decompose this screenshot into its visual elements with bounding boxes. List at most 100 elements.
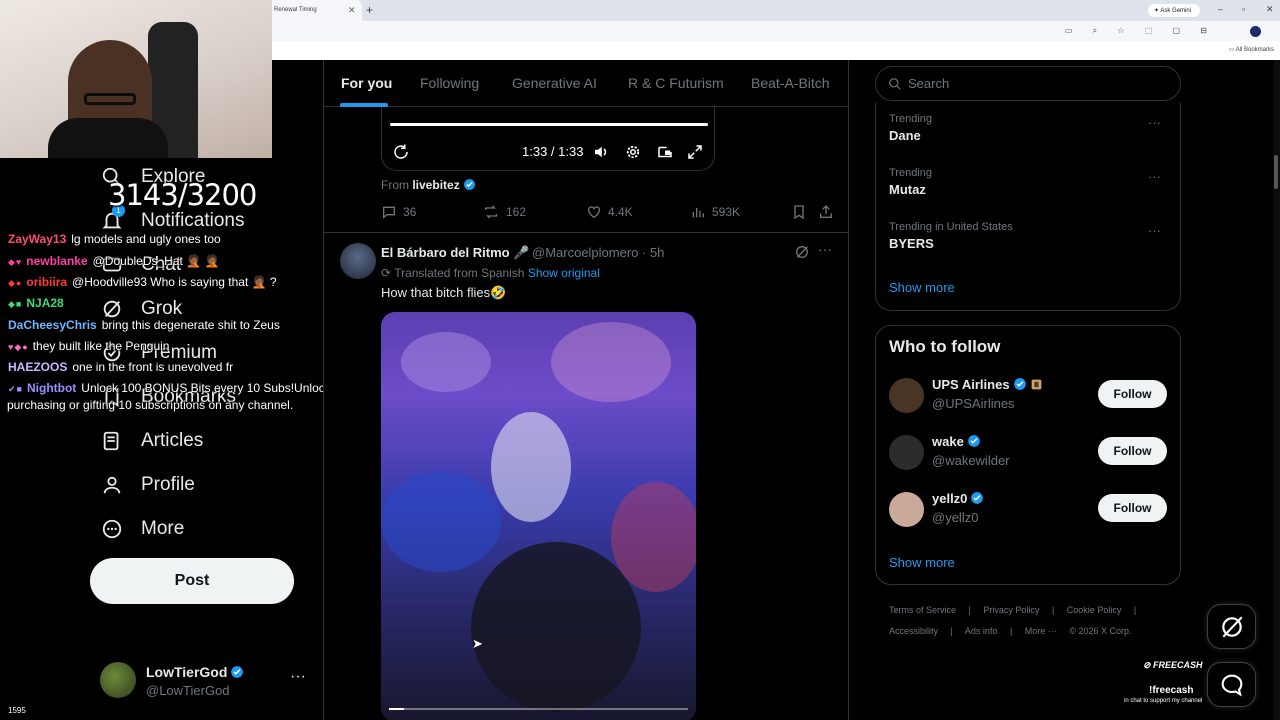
grok-icon[interactable] <box>794 244 810 265</box>
post-divider <box>324 232 848 233</box>
trend-item[interactable]: Trending in United States BYERS ··· <box>889 221 1169 251</box>
trends-show-more-link[interactable]: Show more <box>889 280 955 295</box>
profile-avatar-icon[interactable] <box>1250 26 1261 37</box>
trend-context: Trending <box>889 113 933 125</box>
post-more-icon[interactable]: ··· <box>818 241 832 257</box>
search-box[interactable]: Search <box>875 66 1181 101</box>
post-author-name[interactable]: El Bárbaro del Ritmo 🎤 <box>381 245 529 261</box>
new-tab-icon[interactable]: + <box>366 3 373 17</box>
tab-rc-futurism[interactable]: R & C Futurism <box>628 75 724 91</box>
account-more-icon[interactable]: ··· <box>290 668 306 686</box>
chat-username[interactable]: Nightbot <box>27 381 76 395</box>
chat-username[interactable]: HAEZOOS <box>8 360 67 374</box>
footer-ads-link[interactable]: Ads info <box>965 626 998 636</box>
footer-separator: | <box>1133 605 1137 615</box>
footer-separator: | <box>968 605 971 615</box>
grok-float-button[interactable] <box>1207 604 1256 649</box>
nav-more[interactable]: More <box>100 514 184 544</box>
tab-for-you[interactable]: For you <box>341 75 392 91</box>
volume-icon[interactable] <box>592 143 610 166</box>
minimize-icon[interactable]: – <box>1218 4 1223 14</box>
ask-gemini-button[interactable]: ✦ Ask Gemini <box>1148 4 1200 17</box>
nav-articles[interactable]: Articles <box>100 426 203 456</box>
trend-more-icon[interactable]: ··· <box>1148 223 1161 238</box>
picture-in-picture-icon[interactable] <box>656 143 674 166</box>
avatar[interactable] <box>340 243 376 279</box>
post-video[interactable] <box>381 312 696 720</box>
who-to-follow-show-more-link[interactable]: Show more <box>889 555 955 570</box>
window-close-icon[interactable]: ✕ <box>1266 4 1274 15</box>
freecash-logo: ⊘ FREECASH <box>1143 660 1203 670</box>
suggestion-name-text: UPS Airlines <box>932 377 1010 392</box>
tab-following[interactable]: Following <box>420 75 479 91</box>
browser-tab[interactable]: Renewal Timing ✕ <box>272 0 362 21</box>
share-icon[interactable] <box>818 204 840 220</box>
nav-profile[interactable]: Profile <box>100 470 195 500</box>
footer-accessibility-link[interactable]: Accessibility <box>889 626 938 636</box>
footer-separator: | <box>950 626 953 636</box>
account-switcher[interactable]: LowTierGod @LowTierGod ··· <box>100 662 310 702</box>
close-tab-icon[interactable]: ✕ <box>348 5 356 16</box>
messages-float-button[interactable] <box>1207 662 1256 707</box>
chat-text: bring this degenerate shit to Zeus <box>101 318 280 332</box>
verified-icon <box>231 666 244 678</box>
like-button[interactable]: 4.4K <box>586 204 633 220</box>
follow-button[interactable]: Follow <box>1098 380 1167 408</box>
trend-more-icon[interactable]: ··· <box>1148 169 1161 184</box>
fullscreen-icon[interactable] <box>686 143 704 166</box>
from-label: From <box>381 178 409 192</box>
tab-beat-a-bitch[interactable]: Beat-A-Bitch <box>751 75 830 91</box>
show-original-link[interactable]: Show original <box>528 266 600 280</box>
footer-privacy-link[interactable]: Privacy Policy <box>983 605 1039 615</box>
chat-badges: ◆■ <box>8 299 23 309</box>
search-placeholder: Search <box>908 76 950 91</box>
footer-terms-link[interactable]: Terms of Service <box>889 605 956 615</box>
follow-button[interactable]: Follow <box>1098 437 1167 465</box>
from-account-link[interactable]: livebitez <box>412 178 459 192</box>
chat-username[interactable]: DaCheesyChris <box>8 318 97 332</box>
chat-username[interactable]: newblanke <box>26 254 87 268</box>
replay-icon[interactable] <box>392 143 410 166</box>
bookmark-post-icon[interactable] <box>791 204 813 220</box>
chat-username[interactable]: NJA28 <box>26 296 63 310</box>
blue-seats <box>381 472 501 572</box>
footer-more-link[interactable]: More ··· <box>1025 626 1057 636</box>
post-author-handle[interactable]: @Marcoelplomero · 5h <box>532 245 664 260</box>
tab-generative-ai[interactable]: Generative AI <box>512 75 597 91</box>
avatar <box>889 378 924 413</box>
trend-more-icon[interactable]: ··· <box>1148 115 1161 130</box>
page-scrollbar[interactable] <box>1273 60 1280 720</box>
viewer-count: 1595 <box>8 706 26 715</box>
chat-message: ◆● oribiira @Hoodville93 Who is saying tha… <box>8 275 277 289</box>
views-button[interactable]: 593K <box>690 204 740 220</box>
video-progress-bar[interactable] <box>390 123 708 126</box>
trend-item[interactable]: Trending Mutaz ··· <box>889 167 1169 197</box>
settings-gear-icon[interactable] <box>624 143 642 166</box>
chat-text: lg models and ugly ones too <box>71 232 221 246</box>
suggestion-name-text: yellz0 <box>932 491 968 506</box>
all-bookmarks-link[interactable]: ▭ All Bookmarks <box>1229 46 1274 53</box>
translation-notice: ⟳ Translated from Spanish Show original <box>381 266 600 280</box>
follow-suggestion[interactable]: yellz0 @yellz0 Follow <box>889 490 1169 532</box>
video-progress-bar[interactable] <box>389 708 688 710</box>
chat-username[interactable]: oribiira <box>26 275 67 289</box>
toolbar-icons[interactable]: ▭ ⌕ ☆ ⬚ ▢ ⊟ <box>1065 26 1216 36</box>
follow-button[interactable]: Follow <box>1098 494 1167 522</box>
restore-icon[interactable]: ▫ <box>1242 4 1245 14</box>
chat-username[interactable]: ZayWay13 <box>8 232 66 246</box>
scrollbar-thumb[interactable] <box>1274 155 1278 189</box>
chat-text: one in the front is unevolved fr <box>72 360 234 374</box>
reply-button[interactable]: 36 <box>381 204 416 220</box>
view-count: 593K <box>712 205 741 219</box>
avatar <box>889 435 924 470</box>
suggestion-name: yellz0 <box>932 491 984 506</box>
follow-suggestion[interactable]: wake @wakewilder Follow <box>889 433 1169 475</box>
post-button[interactable]: Post <box>90 558 294 604</box>
follow-suggestion[interactable]: UPS Airlines @UPSAirlines Follow <box>889 376 1169 418</box>
account-name: LowTierGod <box>146 664 244 680</box>
trend-item[interactable]: Trending Dane ··· <box>889 113 1169 143</box>
all-bookmarks-label: All Bookmarks <box>1235 47 1274 53</box>
nav-notifications-label: Notifications <box>141 210 245 231</box>
footer-cookie-link[interactable]: Cookie Policy <box>1067 605 1122 615</box>
repost-button[interactable]: 162 <box>482 204 526 220</box>
